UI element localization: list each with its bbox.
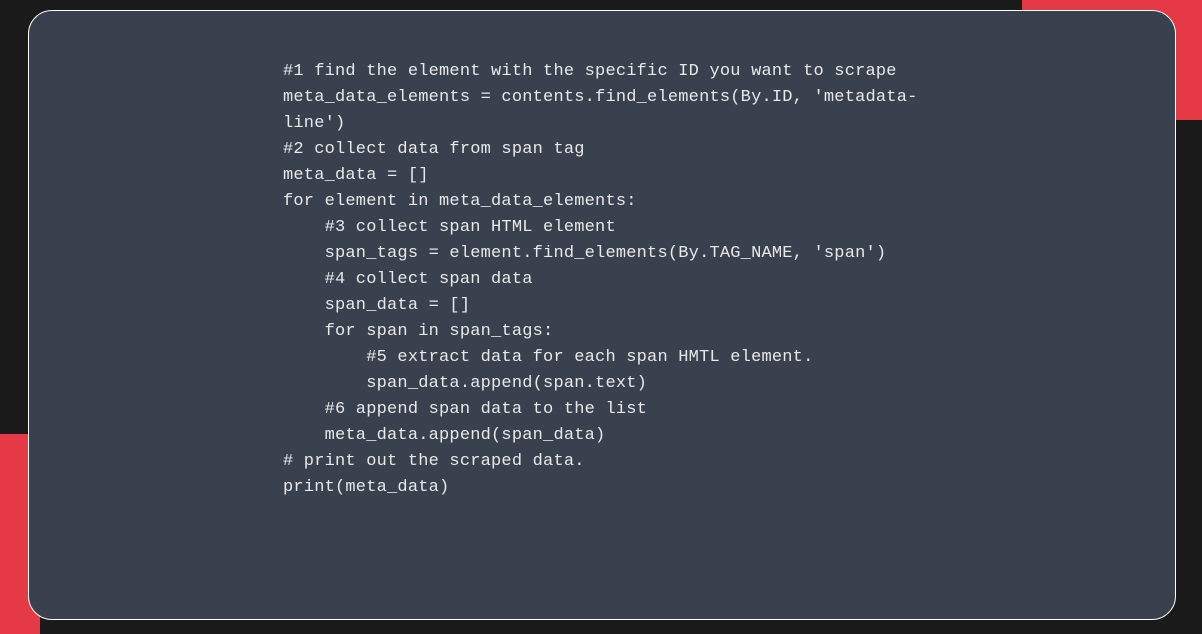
code-line: #2 collect data from span tag: [283, 137, 1175, 163]
code-line: span_data = []: [283, 293, 1175, 319]
code-line: #6 append span data to the list: [283, 397, 1175, 423]
code-line: print(meta_data): [283, 475, 1175, 501]
code-line: meta_data_elements = contents.find_eleme…: [283, 85, 1175, 111]
code-line: #1 find the element with the specific ID…: [283, 59, 1175, 85]
code-line: meta_data.append(span_data): [283, 423, 1175, 449]
code-line: meta_data = []: [283, 163, 1175, 189]
code-line: #4 collect span data: [283, 267, 1175, 293]
code-line: span_data.append(span.text): [283, 371, 1175, 397]
code-line: #5 extract data for each span HMTL eleme…: [283, 345, 1175, 371]
code-line: span_tags = element.find_elements(By.TAG…: [283, 241, 1175, 267]
code-block-panel: #1 find the element with the specific ID…: [28, 10, 1176, 620]
code-line: for element in meta_data_elements:: [283, 189, 1175, 215]
code-line: #3 collect span HTML element: [283, 215, 1175, 241]
code-line: # print out the scraped data.: [283, 449, 1175, 475]
code-line: line'): [283, 111, 1175, 137]
code-line: for span in span_tags:: [283, 319, 1175, 345]
